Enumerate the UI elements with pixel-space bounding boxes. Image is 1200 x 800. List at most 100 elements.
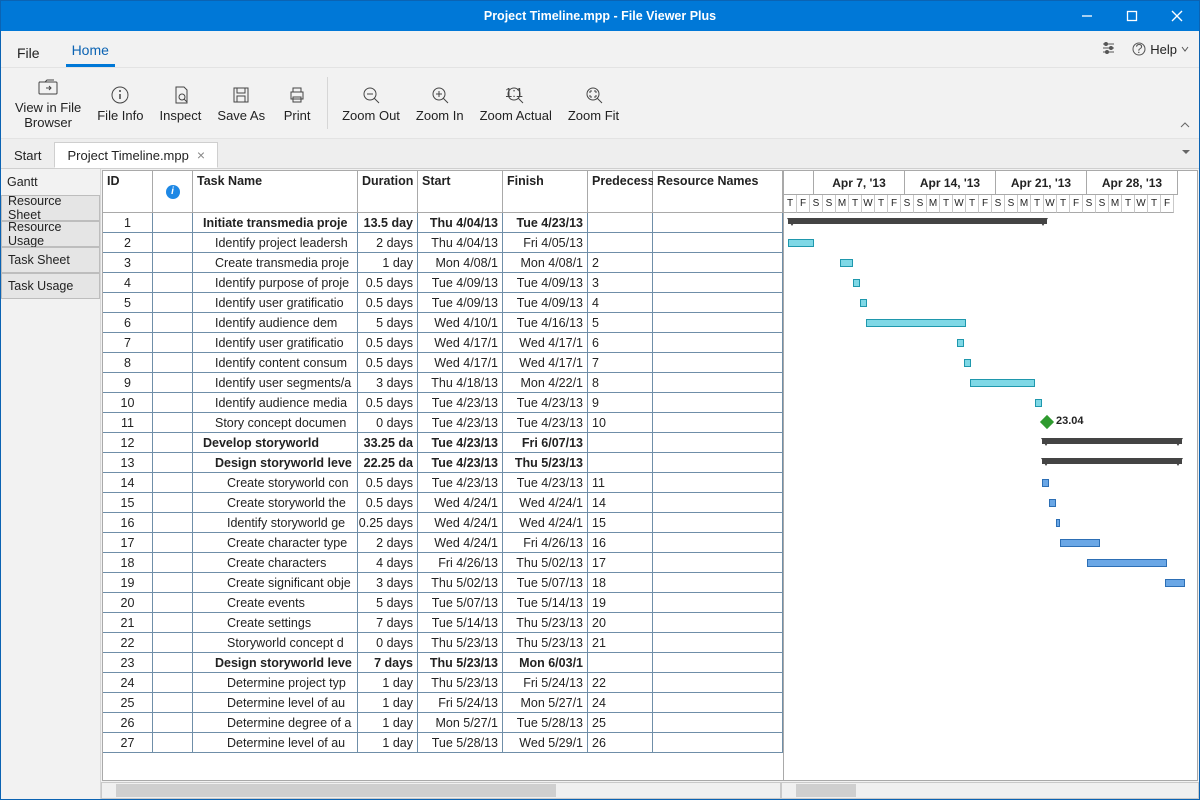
zoom-actual-button[interactable]: 1:1 Zoom Actual (472, 80, 560, 127)
cell-id: 25 (103, 693, 153, 713)
workarea: Gantt Resource Sheet Resource Usage Task… (1, 169, 1199, 799)
task-bar[interactable] (1165, 579, 1185, 587)
table-row[interactable]: 1Initiate transmedia proje13.5 dayThu 4/… (103, 213, 783, 233)
table-row[interactable]: 18Create characters4 daysFri 4/26/13Thu … (103, 553, 783, 573)
gantt-chart[interactable]: Apr 7, '13Apr 14, '13Apr 21, '13Apr 28, … (783, 171, 1197, 780)
close-button[interactable] (1154, 1, 1199, 31)
cell-indicator (153, 393, 193, 413)
menu-file[interactable]: File (11, 39, 46, 67)
task-bar[interactable] (788, 239, 814, 247)
maximize-button[interactable] (1109, 1, 1154, 31)
task-bar[interactable] (964, 359, 971, 367)
col-resource-names[interactable]: Resource Names (653, 171, 783, 213)
table-row[interactable]: 25Determine level of au1 dayFri 5/24/13M… (103, 693, 783, 713)
inspect-button[interactable]: Inspect (151, 80, 209, 127)
cell-finish: Mon 5/27/1 (503, 693, 588, 713)
table-row[interactable]: 27Determine level of au1 dayTue 5/28/13W… (103, 733, 783, 753)
table-row[interactable]: 12Develop storyworld33.25 daTue 4/23/13F… (103, 433, 783, 453)
zoom-fit-button[interactable]: Zoom Fit (560, 80, 627, 127)
cell-indicator (153, 593, 193, 613)
task-bar[interactable] (860, 299, 867, 307)
gantt-body[interactable]: 23.04 (784, 213, 1197, 780)
timeline-day: M (927, 195, 940, 213)
tab-dropdown-icon[interactable] (1181, 145, 1191, 160)
print-button[interactable]: Print (273, 80, 321, 127)
col-finish[interactable]: Finish (503, 171, 588, 213)
grid-rows[interactable]: 1Initiate transmedia proje13.5 dayThu 4/… (103, 213, 783, 780)
table-row[interactable]: 3Create transmedia proje1 dayMon 4/08/1M… (103, 253, 783, 273)
task-bar[interactable] (1087, 559, 1167, 567)
table-row[interactable]: 8Identify content consum0.5 daysWed 4/17… (103, 353, 783, 373)
task-bar[interactable] (1049, 499, 1056, 507)
table-row[interactable]: 9Identify user segments/a3 daysThu 4/18/… (103, 373, 783, 393)
task-bar[interactable] (853, 279, 860, 287)
milestone-icon[interactable] (1040, 415, 1054, 429)
zoom-in-button[interactable]: Zoom In (408, 80, 472, 127)
task-bar[interactable] (970, 379, 1035, 387)
view-gantt[interactable]: Gantt (1, 169, 100, 195)
view-task-sheet[interactable]: Task Sheet (1, 247, 100, 273)
file-info-button[interactable]: File Info (89, 80, 151, 127)
collapse-ribbon-icon[interactable] (1179, 119, 1191, 134)
table-row[interactable]: 14Create storyworld con0.5 daysTue 4/23/… (103, 473, 783, 493)
view-in-file-browser-button[interactable]: View in File Browser (7, 72, 89, 134)
menu-home[interactable]: Home (66, 36, 115, 67)
table-row[interactable]: 16Identify storyworld ge0.25 daysWed 4/2… (103, 513, 783, 533)
col-id[interactable]: ID (103, 171, 153, 213)
col-duration[interactable]: Duration (358, 171, 418, 213)
col-task-name[interactable]: Task Name (193, 171, 358, 213)
summary-bar[interactable] (1042, 458, 1182, 464)
table-row[interactable]: 6Identify audience dem5 daysWed 4/10/1Tu… (103, 313, 783, 333)
minimize-button[interactable] (1064, 1, 1109, 31)
table-row[interactable]: 4Identify purpose of proje0.5 daysTue 4/… (103, 273, 783, 293)
task-bar[interactable] (1042, 479, 1049, 487)
table-row[interactable]: 2Identify project leadersh2 daysThu 4/04… (103, 233, 783, 253)
close-icon[interactable]: × (197, 147, 205, 163)
cell-id: 8 (103, 353, 153, 373)
table-row[interactable]: 15Create storyworld the0.5 daysWed 4/24/… (103, 493, 783, 513)
tab-start[interactable]: Start (1, 142, 54, 168)
col-indicators[interactable]: i (153, 171, 193, 213)
table-row[interactable]: 22Storyworld concept d0 daysThu 5/23/13T… (103, 633, 783, 653)
task-bar[interactable] (1056, 519, 1060, 527)
table-row[interactable]: 13Design storyworld leve22.25 daTue 4/23… (103, 453, 783, 473)
summary-bar[interactable] (788, 218, 1047, 224)
table-row[interactable]: 19Create significant obje3 daysThu 5/02/… (103, 573, 783, 593)
table-row[interactable]: 26Determine degree of a1 dayMon 5/27/1Tu… (103, 713, 783, 733)
cell-id: 21 (103, 613, 153, 633)
cell-finish: Thu 5/23/13 (503, 613, 588, 633)
view-resource-usage[interactable]: Resource Usage (1, 221, 100, 247)
task-bar[interactable] (1035, 399, 1042, 407)
table-row[interactable]: 11Story concept documen0 daysTue 4/23/13… (103, 413, 783, 433)
task-bar[interactable] (840, 259, 853, 267)
table-row[interactable]: 23Design storyworld leve7 daysThu 5/23/1… (103, 653, 783, 673)
settings-icon[interactable] (1102, 41, 1118, 58)
table-row[interactable]: 20Create events5 daysTue 5/07/13Tue 5/14… (103, 593, 783, 613)
table-row[interactable]: 5Identify user gratificatio0.5 daysTue 4… (103, 293, 783, 313)
tab-document[interactable]: Project Timeline.mpp × (54, 142, 218, 168)
gantt-hscroll[interactable] (781, 782, 1199, 799)
col-start[interactable]: Start (418, 171, 503, 213)
task-bar[interactable] (866, 319, 966, 327)
cell-task-name: Create transmedia proje (193, 253, 358, 273)
zoom-out-button[interactable]: Zoom Out (334, 80, 408, 127)
cell-start: Tue 4/23/13 (418, 393, 503, 413)
table-row[interactable]: 24Determine project typ1 dayThu 5/23/13F… (103, 673, 783, 693)
help-button[interactable]: ? Help (1132, 42, 1189, 57)
task-grid[interactable]: ID i Task Name Duration Start Finish Pre… (103, 171, 783, 780)
table-row[interactable]: 7Identify user gratificatio0.5 daysWed 4… (103, 333, 783, 353)
grid-hscroll[interactable] (101, 782, 781, 799)
view-resource-sheet[interactable]: Resource Sheet (1, 195, 100, 221)
summary-bar[interactable] (1042, 438, 1182, 444)
save-as-button[interactable]: Save As (209, 80, 273, 127)
table-row[interactable]: 21Create settings7 daysTue 5/14/13Thu 5/… (103, 613, 783, 633)
table-row[interactable]: 10Identify audience media0.5 daysTue 4/2… (103, 393, 783, 413)
task-bar[interactable] (957, 339, 964, 347)
table-row[interactable]: 17Create character type2 daysWed 4/24/1F… (103, 533, 783, 553)
cell-resources (653, 253, 783, 273)
view-task-usage[interactable]: Task Usage (1, 273, 100, 299)
folder-arrow-icon (37, 76, 59, 98)
task-bar[interactable] (1060, 539, 1100, 547)
cell-predecessors (588, 653, 653, 673)
col-predecessors[interactable]: Predecesso (588, 171, 653, 213)
